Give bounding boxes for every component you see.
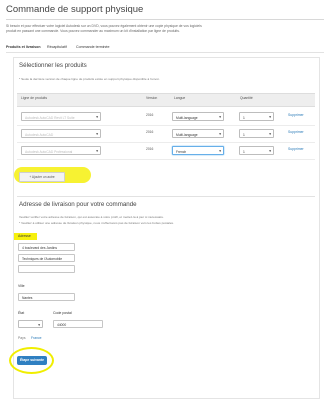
quantity-select-3-value: 1 [243, 149, 245, 154]
intro-line-2: produit en passant une commande. Vous po… [6, 29, 180, 33]
tab-products-shipping[interactable]: Produits et livraison [6, 45, 41, 50]
language-select-2[interactable]: Multi-language ▾ [172, 129, 224, 138]
address-label: Adresse [18, 234, 31, 238]
next-step-button[interactable]: Étape suivante [17, 356, 47, 365]
zip-input[interactable]: 44000 [53, 320, 103, 328]
quantity-select-2[interactable]: 1 ▾ [239, 129, 274, 138]
tab-summary[interactable]: Récapitulatif [47, 45, 67, 50]
chevron-down-icon: ▾ [219, 149, 221, 153]
city-value: Nantes [22, 296, 33, 300]
quantity-select-3[interactable]: 1 ▾ [239, 146, 274, 155]
quantity-select-2-value: 1 [243, 132, 245, 137]
tabs-divider [6, 52, 324, 53]
remove-link-3[interactable]: Supprimer [288, 147, 304, 151]
products-table-header [17, 93, 315, 107]
title-divider [6, 19, 324, 20]
address-line-2-value: Techniques de l'Automobile [22, 257, 63, 261]
version-1: 2016 [146, 113, 154, 117]
address-line-1-input[interactable]: 4 boulevard des Jardins [18, 243, 75, 251]
row-divider [17, 159, 315, 160]
column-product-line: Ligne de produits [21, 96, 48, 100]
zip-value: 44000 [57, 323, 67, 327]
city-input[interactable]: Nantes [18, 293, 75, 301]
quantity-select-1[interactable]: 1 ▾ [239, 112, 274, 121]
product-select-2-value: Autodesk AutoCAD [25, 132, 54, 137]
remove-link-2[interactable]: Supprimer [288, 130, 304, 134]
chevron-down-icon: ▾ [96, 149, 98, 153]
products-note: * Seule la dernière version de chaque li… [19, 77, 160, 81]
address-line-2-input[interactable]: Techniques de l'Automobile [18, 254, 75, 262]
language-select-3[interactable]: French ▾ [172, 146, 224, 155]
product-select-1-value: Autodesk AutoCAD Revit LT Suite [25, 115, 75, 120]
column-language: Langue [174, 96, 186, 100]
chevron-down-icon: ▾ [96, 132, 98, 136]
chevron-down-icon: ▾ [38, 322, 40, 327]
shipping-note-1: Veuillez vérifier votre adresse de livra… [19, 215, 164, 219]
row-divider [17, 142, 315, 143]
column-quantity: Quantité [240, 96, 253, 100]
country-value: France [31, 336, 42, 340]
product-select-1[interactable]: Autodesk AutoCAD Revit LT Suite ▾ [21, 112, 101, 121]
country-label: Pays [18, 336, 26, 340]
language-select-1[interactable]: Multi-language ▾ [172, 112, 224, 121]
city-label: Ville [18, 284, 25, 288]
intro-line-1: Si besoin et pour effectuer votre logici… [6, 24, 202, 28]
chevron-down-icon: ▾ [219, 132, 221, 136]
remove-link-1[interactable]: Supprimer [288, 113, 304, 117]
order-panel [13, 57, 320, 399]
product-select-3[interactable]: Autodesk AutoCAD Professional ▾ [21, 146, 101, 155]
product-select-2[interactable]: Autodesk AutoCAD ▾ [21, 129, 101, 138]
row-divider [17, 125, 315, 126]
chevron-down-icon: ▾ [219, 115, 221, 119]
tab-order-complete[interactable]: Commande terminée [76, 45, 110, 50]
column-version: Version [146, 96, 158, 100]
chevron-down-icon: ▾ [96, 115, 98, 119]
version-2: 2016 [146, 130, 154, 134]
shipping-heading: Adresse de livraison pour votre commande [19, 201, 137, 208]
chevron-down-icon: ▾ [269, 132, 271, 136]
add-product-button[interactable]: + Ajouter un autre [19, 172, 65, 182]
shipping-note-2: * Veuillez à utiliser une adresse de liv… [19, 221, 174, 225]
section-divider [17, 196, 315, 197]
state-label: État [18, 311, 25, 315]
language-select-2-value: Multi-language [176, 132, 198, 137]
products-heading: Sélectionner les produits [19, 62, 87, 69]
chevron-down-icon: ▾ [269, 115, 271, 119]
zip-label: Code postal [53, 311, 72, 315]
language-select-3-value: French [176, 149, 187, 154]
version-3: 2016 [146, 147, 154, 151]
product-select-3-value: Autodesk AutoCAD Professional [25, 149, 73, 154]
state-select[interactable]: ▾ [18, 320, 43, 328]
language-select-1-value: Multi-language [176, 115, 198, 120]
address-line-1-value: 4 boulevard des Jardins [22, 246, 58, 250]
page-title: Commande de support physique [6, 4, 144, 15]
quantity-select-1-value: 1 [243, 115, 245, 120]
chevron-down-icon: ▾ [269, 149, 271, 153]
address-line-3-input[interactable] [18, 265, 75, 273]
